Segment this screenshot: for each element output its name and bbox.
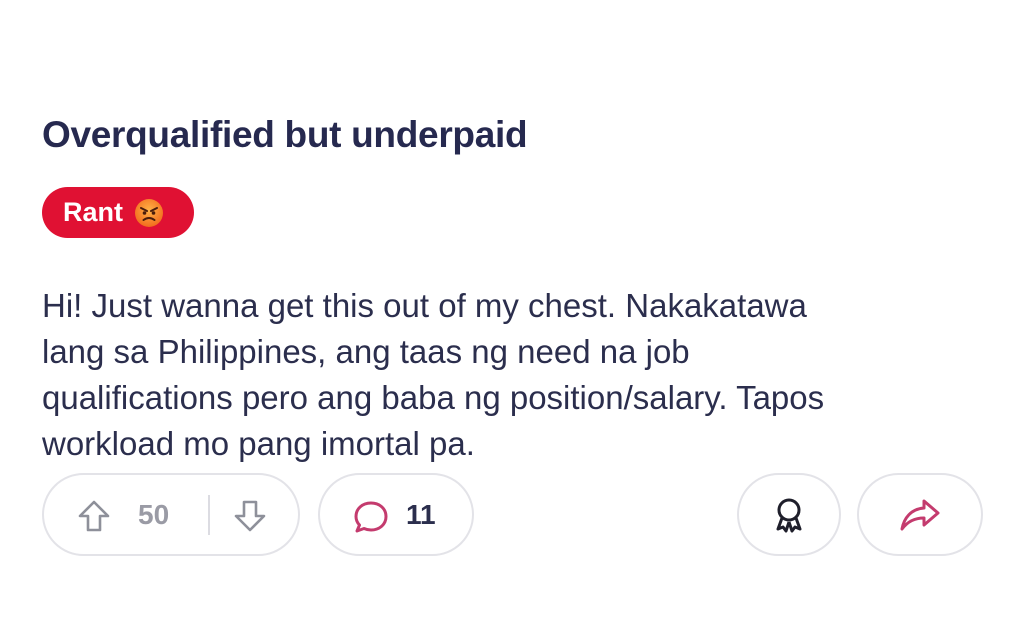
- post-card: Overqualified but underpaid Rant Hi! Jus…: [0, 0, 1024, 637]
- share-arrow-icon: [900, 499, 940, 530]
- upvote-button[interactable]: [74, 496, 114, 536]
- vote-divider: [208, 495, 210, 535]
- arrow-down-icon: [234, 500, 266, 532]
- post-body: Hi! Just wanna get this out of my chest.…: [42, 287, 825, 462]
- comments-button[interactable]: 11: [318, 473, 474, 556]
- comment-count: 11: [406, 499, 436, 530]
- downvote-button[interactable]: [230, 496, 270, 536]
- award-button[interactable]: [737, 473, 841, 556]
- share-button[interactable]: [857, 473, 983, 556]
- vote-control: 50: [42, 473, 300, 556]
- angry-face-icon: [133, 197, 165, 229]
- post-title[interactable]: Overqualified but underpaid: [42, 114, 528, 156]
- flair-tag[interactable]: Rant: [42, 187, 194, 238]
- speech-bubble-icon: [354, 501, 388, 533]
- arrow-up-icon: [78, 500, 110, 532]
- vote-count: 50: [138, 499, 170, 530]
- award-ribbon-icon: [776, 498, 802, 532]
- flair-label: Rant: [63, 197, 123, 227]
